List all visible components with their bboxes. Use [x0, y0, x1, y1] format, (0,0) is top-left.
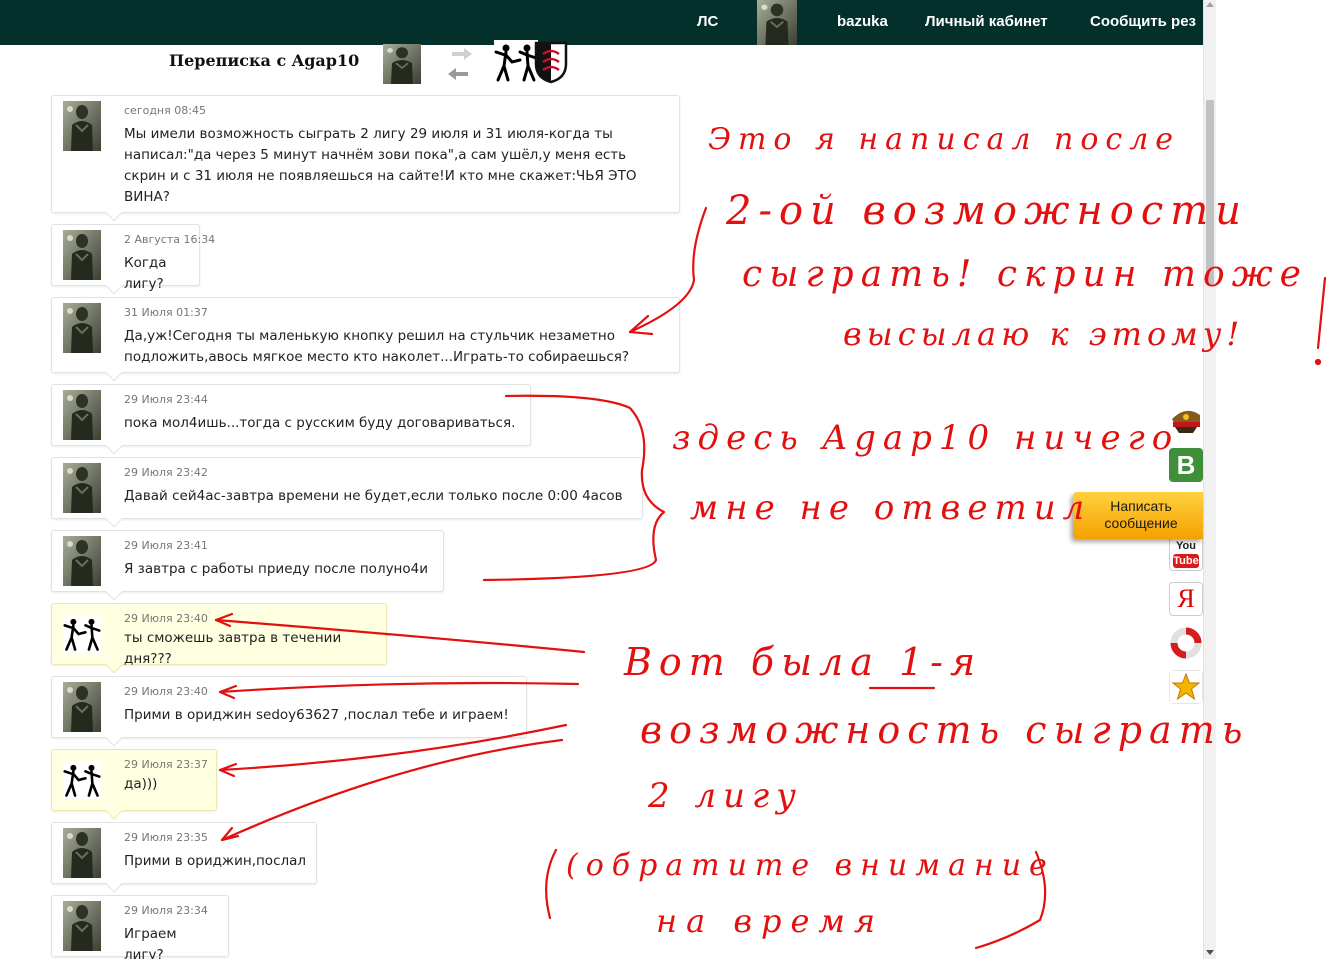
nav-ls-link[interactable]: ЛС [697, 13, 718, 30]
message-item: сегодня 08:45 Мы имели возможность сыгра… [51, 95, 680, 222]
message-time: 31 Июля 01:37 [124, 306, 208, 319]
annotation-note3-line2: возможность сыграть [640, 708, 1250, 752]
message-tail [105, 875, 123, 893]
youtube-icon[interactable]: You Tube [1169, 537, 1203, 571]
message-text: Когда лигу? [124, 255, 167, 292]
user-avatar[interactable] [757, 0, 797, 45]
message-item-own: 29 Июля 23:40 ты сможешь завтра в течени… [51, 603, 387, 674]
own-avatar[interactable] [63, 609, 101, 659]
annotation-note2-line1: здесь Agap10 ничего [672, 418, 1180, 458]
sender-avatar[interactable] [63, 901, 101, 951]
message-item: 2 Августа 16:34 Когда лигу? [51, 224, 215, 295]
message-time: 29 Июля 23:41 [124, 539, 208, 552]
message-item: 29 Июля 23:41 Я завтра с работы приеду п… [51, 530, 444, 601]
sender-avatar[interactable] [63, 101, 101, 151]
star-icon[interactable] [1169, 670, 1203, 704]
annotation-note1-line1: Это я написал после [708, 122, 1181, 157]
message-text: Прими в ориджин,послал [124, 853, 307, 869]
message-time: 29 Июля 23:40 [124, 612, 208, 625]
annotation-note2-line2: мне не ответил [690, 488, 1092, 528]
message-time: 29 Июля 23:44 [124, 393, 208, 406]
my-avatar[interactable] [383, 44, 421, 84]
message-time: 29 Июля 23:40 [124, 685, 208, 698]
yandex-icon[interactable]: Я [1169, 582, 1203, 616]
message-time: сегодня 08:45 [124, 104, 206, 117]
own-avatar[interactable] [63, 755, 101, 805]
youtube-top-label: You [1176, 540, 1196, 552]
scroll-up-arrow-icon[interactable] [1206, 2, 1214, 7]
message-text: ты сможешь завтра в течении дня??? [124, 630, 342, 667]
sender-avatar[interactable] [63, 463, 101, 513]
message-item: 29 Июля 23:40 Прими в ориджин sedoy63627… [51, 676, 527, 747]
message-tail [105, 656, 123, 674]
message-item: 29 Июля 23:42 Давай сей4ас-завтра времен… [51, 457, 643, 528]
annotation-note3-line1: Вот была 1-я [624, 640, 983, 684]
message-text: Прими в ориджин sedoy63627 ,послал тебе … [124, 707, 509, 723]
message-text: пока мол4ишь...тогда с русским буду дого… [124, 415, 516, 431]
message-item: 29 Июля 23:44 пока мол4ишь...тогда с рус… [51, 384, 531, 455]
annotation-note1-line2: 2-ой возможности [726, 188, 1248, 234]
nav-username-link[interactable]: bazuka [837, 13, 888, 30]
message-tail [105, 204, 123, 222]
scroll-down-arrow-icon[interactable] [1206, 950, 1214, 955]
sender-avatar[interactable] [63, 303, 101, 353]
annotation-note3-line5: на время [656, 902, 885, 940]
message-tail [105, 510, 123, 528]
message-tail [105, 802, 123, 820]
annotation-note1-line3: сыграть! скрин тоже [742, 254, 1308, 295]
annotation-note3-line4: (обратите внимание [566, 848, 1055, 883]
message-time: 29 Июля 23:35 [124, 831, 208, 844]
message-tail [105, 583, 123, 601]
sender-avatar[interactable] [63, 682, 101, 732]
message-time: 29 Июля 23:37 [124, 758, 208, 771]
message-text: Давай сей4ас-завтра времени не будет,есл… [124, 488, 623, 504]
message-text: Играем лигу? [124, 926, 177, 959]
annotation-note1-line4: высылаю к этому! [843, 315, 1245, 353]
nav-report-link[interactable]: Сообщить рез [1090, 13, 1196, 30]
message-tail [105, 364, 123, 382]
sender-avatar[interactable] [63, 828, 101, 878]
message-time: 29 Июля 23:34 [124, 904, 208, 917]
write-message-button[interactable]: Написать сообщение [1073, 492, 1203, 539]
conversation-title: Переписка с Agap10 [169, 51, 360, 70]
fighters-icon[interactable] [494, 40, 538, 84]
sender-avatar[interactable] [63, 536, 101, 586]
message-text: Я завтра с работы приеду после полуно4и [124, 561, 429, 577]
top-navigation-bar: ЛС bazuka Личный кабинет Сообщить рез [0, 0, 1203, 45]
lifebuoy-icon[interactable] [1169, 626, 1203, 660]
swap-arrows-icon [448, 48, 472, 80]
sender-avatar[interactable] [63, 230, 101, 280]
youtube-bottom-label: Tube [1173, 554, 1199, 568]
message-text: да))) [124, 776, 158, 792]
message-time: 2 Августа 16:34 [124, 233, 216, 246]
club-crest-icon [534, 41, 568, 84]
message-item: 29 Июля 23:34 Играем лигу? [51, 895, 229, 959]
message-item: 29 Июля 23:35 Прими в ориджин,послал [51, 822, 317, 893]
message-tail [105, 729, 123, 747]
message-item: 31 Июля 01:37 Да,уж!Сегодня ты маленькую… [51, 297, 680, 382]
message-tail [105, 437, 123, 455]
message-text: Да,уж!Сегодня ты маленькую кнопку решил … [124, 328, 630, 365]
message-tail [105, 277, 123, 295]
annotation-note3-line3: 2 лигу [648, 776, 803, 816]
sender-avatar[interactable] [63, 390, 101, 440]
message-item-own: 29 Июля 23:37 да))) [51, 749, 217, 820]
message-text: Мы имели возможность сыграть 2 лигу 29 и… [124, 126, 637, 205]
message-time: 29 Июля 23:42 [124, 466, 208, 479]
page-scrollbar[interactable] [1203, 0, 1216, 959]
nav-cabinet-link[interactable]: Личный кабинет [925, 13, 1048, 30]
